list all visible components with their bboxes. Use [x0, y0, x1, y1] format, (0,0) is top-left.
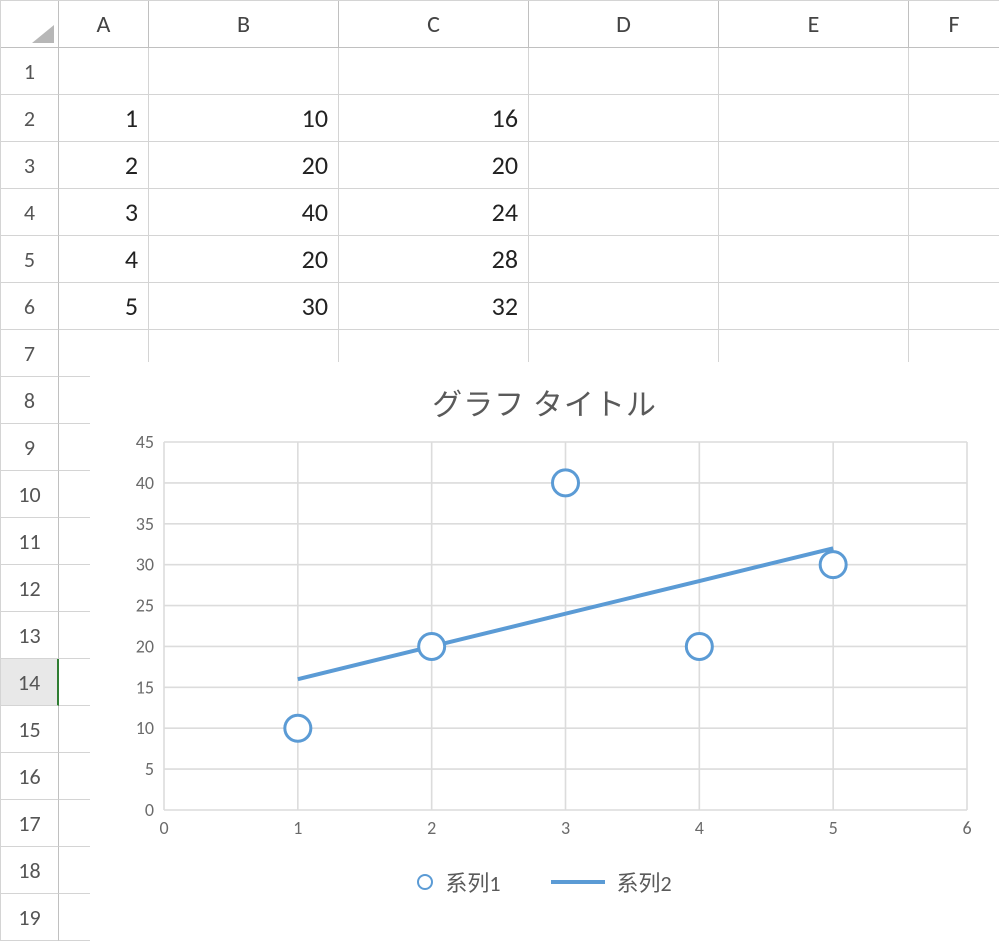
cell-D5[interactable] — [529, 236, 719, 283]
col-header-D[interactable]: D — [529, 1, 719, 48]
row-header[interactable]: 18 — [1, 847, 59, 894]
svg-text:15: 15 — [136, 676, 154, 698]
cell-A3[interactable]: 2 — [59, 142, 149, 189]
cell-A2[interactable]: 1 — [59, 95, 149, 142]
cell-E5[interactable] — [719, 236, 909, 283]
cell-D1[interactable] — [529, 48, 719, 95]
svg-text:10: 10 — [136, 717, 154, 739]
cell-A1[interactable] — [59, 48, 149, 95]
col-header-F[interactable]: F — [909, 1, 999, 48]
svg-text:2: 2 — [427, 817, 436, 839]
svg-text:30: 30 — [136, 554, 154, 576]
svg-text:5: 5 — [145, 758, 154, 780]
cell-B4[interactable]: 40 — [149, 189, 339, 236]
row-header[interactable]: 10 — [1, 471, 59, 518]
cell-C4[interactable]: 24 — [339, 189, 529, 236]
svg-text:20: 20 — [136, 635, 154, 657]
cell-A4[interactable]: 3 — [59, 189, 149, 236]
row-header[interactable]: 12 — [1, 565, 59, 612]
cell-F5[interactable] — [909, 236, 999, 283]
col-header-A[interactable]: A — [59, 1, 149, 48]
plot-area[interactable]: 0510152025303540450123456 — [110, 432, 979, 844]
row-header[interactable]: 13 — [1, 612, 59, 659]
cell-A6[interactable]: 5 — [59, 283, 149, 330]
row-header[interactable]: 9 — [1, 424, 59, 471]
embedded-chart[interactable]: グラフ タイトル 0510152025303540450123456 系列1 系… — [90, 362, 999, 951]
row-header[interactable]: 2 — [1, 95, 59, 142]
cell-E3[interactable] — [719, 142, 909, 189]
col-header-E[interactable]: E — [719, 1, 909, 48]
cell-B6[interactable]: 30 — [149, 283, 339, 330]
svg-text:6: 6 — [962, 817, 971, 839]
row-header[interactable]: 1 — [1, 48, 59, 95]
cell-B2[interactable]: 10 — [149, 95, 339, 142]
svg-text:5: 5 — [829, 817, 838, 839]
cell-D3[interactable] — [529, 142, 719, 189]
cell-E4[interactable] — [719, 189, 909, 236]
chart-legend[interactable]: 系列1 系列2 — [90, 866, 999, 898]
cell-B1[interactable] — [149, 48, 339, 95]
row-header[interactable]: 14 — [1, 659, 59, 706]
col-header-C[interactable]: C — [339, 1, 529, 48]
cell-D4[interactable] — [529, 189, 719, 236]
select-all-corner[interactable] — [1, 1, 59, 48]
cell-F6[interactable] — [909, 283, 999, 330]
row-header[interactable]: 8 — [1, 377, 59, 424]
svg-text:35: 35 — [136, 513, 154, 535]
row-header[interactable]: 15 — [1, 706, 59, 753]
svg-text:0: 0 — [145, 799, 154, 821]
cell-C3[interactable]: 20 — [339, 142, 529, 189]
legend-label: 系列2 — [617, 866, 672, 898]
row-header[interactable]: 16 — [1, 753, 59, 800]
svg-text:4: 4 — [695, 817, 704, 839]
cell-E1[interactable] — [719, 48, 909, 95]
row-header[interactable]: 3 — [1, 142, 59, 189]
row-header[interactable]: 5 — [1, 236, 59, 283]
row-header[interactable]: 11 — [1, 518, 59, 565]
cell-D2[interactable] — [529, 95, 719, 142]
row-header[interactable]: 6 — [1, 283, 59, 330]
legend-label: 系列1 — [445, 866, 500, 898]
circle-marker-icon — [417, 874, 433, 890]
cell-F1[interactable] — [909, 48, 999, 95]
cell-A5[interactable]: 4 — [59, 236, 149, 283]
cell-F2[interactable] — [909, 95, 999, 142]
cell-D6[interactable] — [529, 283, 719, 330]
svg-text:45: 45 — [136, 432, 154, 453]
cell-E2[interactable] — [719, 95, 909, 142]
svg-text:0: 0 — [159, 817, 168, 839]
cell-F3[interactable] — [909, 142, 999, 189]
row-header[interactable]: 4 — [1, 189, 59, 236]
legend-item-series2[interactable]: 系列2 — [551, 866, 672, 898]
cell-B3[interactable]: 20 — [149, 142, 339, 189]
svg-text:1: 1 — [293, 817, 302, 839]
chart-svg: 0510152025303540450123456 — [110, 432, 979, 844]
chart-title[interactable]: グラフ タイトル — [90, 380, 999, 424]
row-header[interactable]: 17 — [1, 800, 59, 847]
cell-C5[interactable]: 28 — [339, 236, 529, 283]
cell-C2[interactable]: 16 — [339, 95, 529, 142]
cell-C1[interactable] — [339, 48, 529, 95]
row-header[interactable]: 19 — [1, 894, 59, 941]
cell-E6[interactable] — [719, 283, 909, 330]
cell-F4[interactable] — [909, 189, 999, 236]
row-header[interactable]: 7 — [1, 330, 59, 377]
cell-B5[interactable]: 20 — [149, 236, 339, 283]
col-header-B[interactable]: B — [149, 1, 339, 48]
svg-text:3: 3 — [561, 817, 570, 839]
cell-C6[interactable]: 32 — [339, 283, 529, 330]
legend-item-series1[interactable]: 系列1 — [417, 866, 500, 898]
svg-text:25: 25 — [136, 595, 154, 617]
svg-text:40: 40 — [136, 472, 154, 494]
line-marker-icon — [551, 880, 605, 884]
